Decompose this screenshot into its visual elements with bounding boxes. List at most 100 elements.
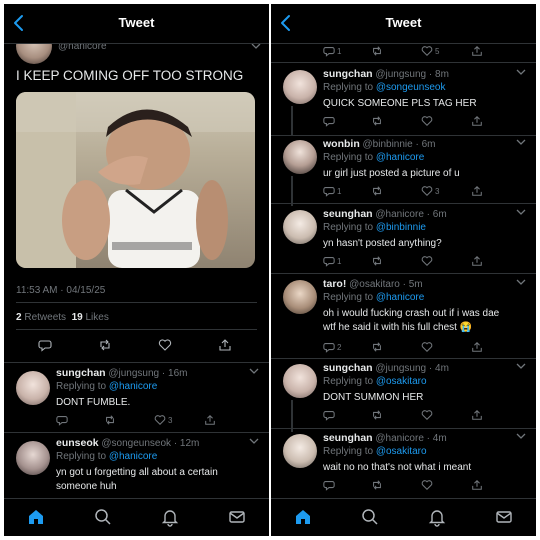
chevron-down-icon[interactable] xyxy=(516,362,528,372)
like-button[interactable] xyxy=(421,340,433,354)
reply-button[interactable] xyxy=(323,478,335,492)
notifications-icon[interactable] xyxy=(427,507,447,527)
share-button[interactable] xyxy=(471,184,483,198)
retweets-link[interactable]: 2 Retweets xyxy=(16,312,66,323)
chevron-down-icon[interactable] xyxy=(516,432,528,442)
messages-icon[interactable] xyxy=(494,507,514,527)
retweet-button[interactable] xyxy=(371,478,383,492)
messages-icon[interactable] xyxy=(227,507,247,527)
retweet-button[interactable] xyxy=(371,254,383,268)
avatar[interactable] xyxy=(16,371,50,405)
chevron-down-icon[interactable] xyxy=(249,367,261,377)
retweet-icon xyxy=(373,342,381,352)
display-name[interactable]: sungchan xyxy=(56,367,106,379)
avatar[interactable] xyxy=(283,364,317,398)
user-handle[interactable]: @songeunseok xyxy=(101,438,171,449)
chevron-down-icon[interactable] xyxy=(249,437,261,447)
retweet-button[interactable] xyxy=(371,114,383,128)
like-button[interactable]: 3 xyxy=(154,413,172,427)
mention-link[interactable]: @hanicore xyxy=(376,292,425,303)
search-icon[interactable] xyxy=(360,507,380,527)
retweet-button[interactable] xyxy=(104,413,116,427)
home-icon[interactable] xyxy=(293,507,313,527)
divider xyxy=(271,358,536,359)
mention-link[interactable]: @osakitaro xyxy=(376,446,427,457)
like-button[interactable] xyxy=(421,114,433,128)
like-button[interactable] xyxy=(421,478,433,492)
mention-link[interactable]: @binbinnie xyxy=(376,222,426,233)
like-button[interactable]: 5 xyxy=(421,44,439,58)
reply-button[interactable]: 1 xyxy=(323,184,341,198)
mention-link[interactable]: @hanicore xyxy=(376,152,425,163)
retweet-button[interactable] xyxy=(371,408,383,422)
mention-link[interactable]: @hanicore xyxy=(109,381,158,392)
share-button[interactable] xyxy=(471,478,483,492)
user-handle[interactable]: @osakitaro xyxy=(349,279,400,290)
display-name[interactable]: eunseok xyxy=(56,437,99,449)
reply-button[interactable]: 1 xyxy=(323,44,341,58)
user-handle[interactable]: @jungsung xyxy=(108,368,159,379)
avatar[interactable] xyxy=(283,140,317,174)
avatar[interactable] xyxy=(283,434,317,468)
reply-button[interactable] xyxy=(56,413,68,427)
display-name[interactable]: sungchan xyxy=(323,362,373,374)
retweet-button[interactable] xyxy=(371,340,383,354)
user-handle[interactable]: @hanicore xyxy=(375,433,424,444)
share-button[interactable] xyxy=(204,413,216,427)
reply-button[interactable] xyxy=(323,114,335,128)
mention-link[interactable]: @hanicore xyxy=(109,451,158,462)
reply-button[interactable] xyxy=(323,408,335,422)
display-name[interactable]: seunghan xyxy=(323,208,373,220)
retweet-button[interactable] xyxy=(371,44,383,58)
retweet-button[interactable] xyxy=(371,184,383,198)
reply-tweet[interactable]: sungchan @jungsung · 8m Replying to @son… xyxy=(271,68,536,136)
display-name[interactable]: wonbin xyxy=(323,138,360,150)
page-title: Tweet xyxy=(118,15,155,30)
reply-tweet[interactable]: seunghan @hanicore · 6m Replying to @bin… xyxy=(271,208,536,270)
display-name[interactable]: taro! xyxy=(323,278,346,290)
avatar[interactable] xyxy=(283,280,317,314)
share-button[interactable] xyxy=(471,114,483,128)
avatar[interactable] xyxy=(16,441,50,475)
display-name[interactable]: seunghan xyxy=(323,432,373,444)
chevron-down-icon[interactable] xyxy=(516,208,528,218)
chevron-down-icon[interactable] xyxy=(516,68,528,78)
replying-label: Replying to xyxy=(323,376,374,387)
share-button[interactable] xyxy=(218,338,232,352)
notifications-icon[interactable] xyxy=(160,507,180,527)
user-handle[interactable]: @binbinnie xyxy=(363,139,413,150)
mention-link[interactable]: @songeunseok xyxy=(376,82,446,93)
chevron-down-icon[interactable] xyxy=(516,138,528,148)
mention-link[interactable]: @osakitaro xyxy=(376,376,427,387)
tweet-time: · 4m xyxy=(428,363,449,374)
user-handle[interactable]: @jungsung xyxy=(375,69,426,80)
reply-tweet[interactable]: sungchan @jungsung · 16m Replying to @ha… xyxy=(4,367,269,429)
like-button[interactable] xyxy=(421,408,433,422)
share-button[interactable] xyxy=(471,408,483,422)
reply-tweet[interactable]: seunghan @hanicore · 4m Replying to @osa… xyxy=(271,432,536,496)
like-button[interactable] xyxy=(421,254,433,268)
reply-button[interactable] xyxy=(38,338,52,352)
likes-link[interactable]: 19 Likes xyxy=(72,312,109,323)
avatar[interactable] xyxy=(283,70,317,104)
main-tweet-image[interactable] xyxy=(16,92,255,268)
share-button[interactable] xyxy=(471,340,483,354)
avatar[interactable] xyxy=(283,210,317,244)
user-handle[interactable]: @hanicore xyxy=(375,209,424,220)
share-button[interactable] xyxy=(471,254,483,268)
retweet-button[interactable] xyxy=(98,338,112,352)
share-button[interactable] xyxy=(471,44,483,58)
like-button[interactable] xyxy=(158,338,172,352)
chevron-down-icon[interactable] xyxy=(516,278,528,288)
like-button[interactable]: 3 xyxy=(421,184,439,198)
display-name[interactable]: sungchan xyxy=(323,68,373,80)
home-icon[interactable] xyxy=(26,507,46,527)
reply-button[interactable]: 1 xyxy=(323,254,341,268)
search-icon[interactable] xyxy=(93,507,113,527)
user-handle[interactable]: @jungsung xyxy=(375,363,426,374)
reply-button[interactable]: 2 xyxy=(323,340,341,354)
reply-tweet[interactable]: wonbin @binbinnie · 6m Replying to @hani… xyxy=(271,138,536,206)
reply-tweet[interactable]: eunseok @songeunseok · 12m Replying to @… xyxy=(4,437,269,497)
reply-tweet[interactable]: sungchan @jungsung · 4m Replying to @osa… xyxy=(271,362,536,432)
reply-tweet[interactable]: taro! @osakitaro · 5m Replying to @hanic… xyxy=(271,278,536,358)
